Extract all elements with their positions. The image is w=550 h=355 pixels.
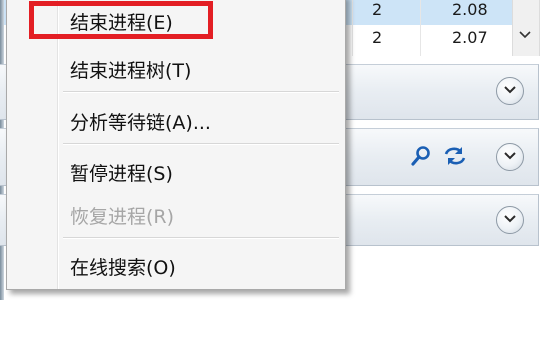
menu-item-end-process-tree[interactable]: 结束进程树(T)	[8, 49, 344, 85]
refresh-icon[interactable]	[442, 145, 468, 167]
menu-item-suspend-process[interactable]: 暂停进程(S)	[8, 152, 344, 188]
menu-item-search-online[interactable]: 在线搜索(O)	[8, 246, 344, 282]
expand-chevron-icon[interactable]	[496, 143, 524, 171]
menu-item-label: 暂停进程(S)	[70, 163, 173, 185]
vertical-scrollbar[interactable]	[512, 0, 540, 56]
menu-item-label: 分析等待链(A)...	[70, 112, 211, 134]
menu-item-end-process[interactable]: 结束进程(E)	[8, 1, 344, 37]
menu-item-label: 结束进程(E)	[70, 12, 173, 34]
chevron-down-icon[interactable]	[519, 27, 531, 43]
column-divider	[420, 0, 421, 56]
expand-chevron-icon[interactable]	[496, 206, 524, 234]
menu-item-label: 结束进程树(T)	[70, 60, 192, 82]
menu-item-label: 恢复进程(R)	[70, 206, 175, 228]
column-divider	[352, 0, 353, 56]
menu-item-resume-process: 恢复进程(R)	[8, 195, 344, 231]
menu-separator	[63, 237, 339, 239]
search-icon[interactable]	[410, 145, 432, 167]
menu-item-analyze-wait-chain[interactable]: 分析等待链(A)...	[8, 101, 344, 137]
menu-separator	[63, 91, 339, 93]
menu-item-label: 在线搜索(O)	[70, 257, 176, 279]
cpu-cell: 2.07	[452, 28, 488, 47]
menu-separator	[63, 143, 339, 145]
expand-chevron-icon[interactable]	[496, 77, 524, 105]
cpu-cell: 2.08	[452, 0, 488, 19]
process-context-menu: 结束进程(E) 结束进程树(T) 分析等待链(A)... 暂停进程(S) 恢复进…	[6, 0, 346, 290]
threads-cell: 2	[372, 28, 383, 47]
threads-cell: 2	[372, 0, 383, 19]
